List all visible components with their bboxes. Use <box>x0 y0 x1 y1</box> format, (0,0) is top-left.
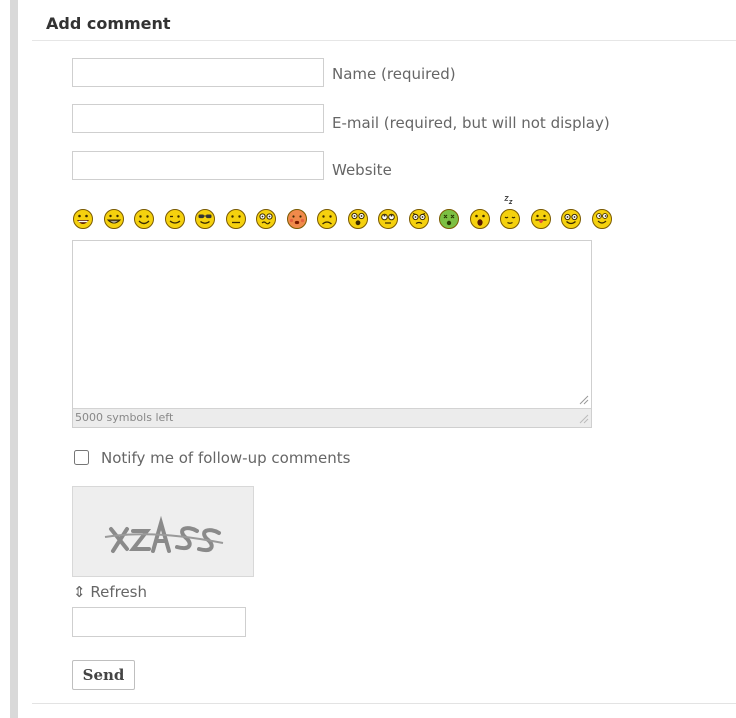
refresh-link[interactable]: ⇕ Refresh <box>73 583 147 601</box>
notify-label: Notify me of follow-up comments <box>101 449 351 467</box>
shocked-smiley-icon[interactable] <box>347 208 369 230</box>
cheeky-smiley-icon[interactable] <box>591 208 613 230</box>
email-field-label: E-mail (required, but will not display) <box>332 114 610 132</box>
captcha-input[interactable] <box>72 607 246 637</box>
rolleyes-smiley-icon[interactable] <box>377 208 399 230</box>
blush-smiley-icon[interactable] <box>286 208 308 230</box>
symbols-counter: 5000 symbols left <box>73 408 591 427</box>
refresh-icon: ⇕ <box>73 583 86 601</box>
symbols-counter-text: 5000 symbols left <box>75 411 174 424</box>
cool-smiley-icon[interactable] <box>194 208 216 230</box>
comment-textarea[interactable] <box>73 241 591 407</box>
tongue-smiley-icon[interactable] <box>530 208 552 230</box>
sad-smiley-icon[interactable] <box>316 208 338 230</box>
surprised-smiley-icon[interactable] <box>469 208 491 230</box>
neutral-smiley-icon[interactable] <box>225 208 247 230</box>
captcha-picture <box>104 515 224 553</box>
website-field[interactable] <box>72 151 324 180</box>
send-button[interactable]: Send <box>72 660 135 690</box>
confused-smiley-icon[interactable] <box>255 208 277 230</box>
captcha-glyphs <box>109 515 221 553</box>
sleepy-smiley-icon[interactable] <box>499 208 521 230</box>
sick-smiley-icon[interactable] <box>438 208 460 230</box>
refresh-label: Refresh <box>90 583 148 601</box>
section-title: Add comment <box>46 14 171 33</box>
grin-smiley-icon[interactable] <box>103 208 125 230</box>
email-field[interactable] <box>72 104 324 133</box>
counter-grip-icon <box>579 414 589 424</box>
comment-box: 5000 symbols left <box>72 240 592 428</box>
captcha-image <box>72 486 254 577</box>
resize-grip-icon[interactable] <box>577 393 589 405</box>
zz-icon <box>504 196 513 204</box>
notify-checkbox[interactable] <box>74 450 89 465</box>
name-field-label: Name (required) <box>332 65 456 83</box>
left-border-bar <box>10 0 18 718</box>
bottom-divider <box>32 703 736 704</box>
worried-smiley-icon[interactable] <box>408 208 430 230</box>
smile-smiley-icon[interactable] <box>133 208 155 230</box>
happy-smiley-icon[interactable] <box>560 208 582 230</box>
name-field[interactable] <box>72 58 324 87</box>
website-field-label: Website <box>332 161 392 179</box>
wink-smiley-icon[interactable] <box>164 208 186 230</box>
title-divider <box>32 40 736 41</box>
laugh-smiley-icon[interactable] <box>72 208 94 230</box>
